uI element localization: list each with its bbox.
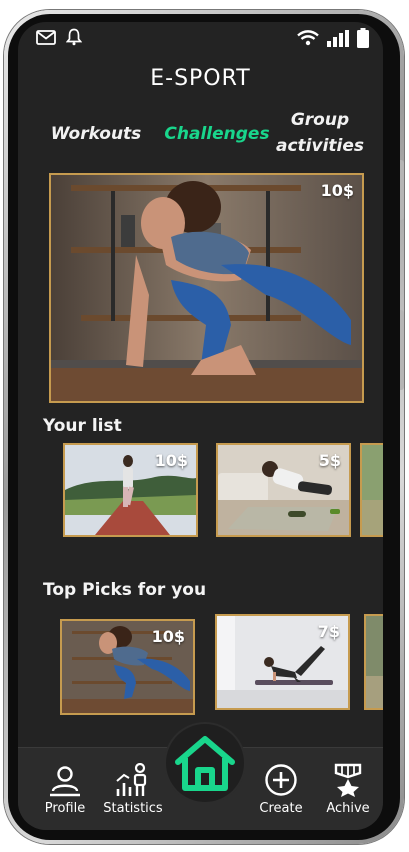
profile-icon — [50, 766, 80, 797]
category-tabs: Workouts Challenges Group activities — [18, 110, 383, 168]
bottom-navigation: Profile Statistics Create Achive — [18, 724, 383, 830]
tab-label-line: Group — [290, 110, 350, 130]
home-icon — [175, 736, 235, 791]
challenge-card[interactable]: 10$ — [63, 443, 198, 537]
medal-icon — [334, 763, 362, 797]
challenge-card-partial[interactable] — [364, 614, 383, 710]
tab-challenges[interactable]: Challenges — [162, 121, 272, 147]
workout-image — [366, 616, 383, 708]
battery-icon — [357, 28, 369, 52]
section-title-top-picks: Top Picks for you — [43, 580, 207, 600]
challenge-card[interactable]: 10$ — [60, 619, 195, 715]
challenge-card[interactable]: 7$ — [215, 614, 350, 710]
nav-home[interactable] — [166, 724, 244, 802]
bell-icon — [65, 28, 83, 50]
plus-circle-icon — [265, 764, 297, 796]
statistics-icon — [116, 763, 147, 796]
app-title: E-SPORT — [150, 66, 251, 91]
price-badge: 7$ — [317, 622, 340, 641]
nav-label: Statistics — [103, 801, 163, 816]
challenge-card[interactable]: 5$ — [216, 443, 351, 537]
price-badge: 10$ — [154, 451, 188, 470]
nav-profile[interactable]: Profile — [38, 765, 92, 816]
wifi-icon — [297, 30, 319, 50]
price-badge: 10$ — [151, 627, 185, 646]
nav-label: Profile — [44, 801, 86, 816]
price-badge: 5$ — [318, 451, 341, 470]
workout-image — [362, 445, 383, 535]
nav-label: Create — [259, 801, 303, 816]
tab-group-activities[interactable]: Group activities — [270, 107, 370, 159]
signal-icon — [327, 29, 349, 51]
mail-icon — [36, 29, 56, 49]
app-screen: E-SPORT Workouts Challenges Group activi… — [18, 22, 383, 830]
featured-challenge-card[interactable]: 10$ — [49, 173, 364, 403]
nav-label: Achive — [326, 801, 370, 816]
tab-label-line: activities — [275, 136, 364, 156]
price-badge: 10$ — [320, 181, 354, 200]
tab-workouts[interactable]: Workouts — [48, 121, 144, 147]
section-title-your-list: Your list — [43, 416, 122, 436]
nav-create[interactable]: Create — [254, 763, 308, 816]
status-bar — [18, 28, 383, 52]
nav-achive[interactable]: Achive — [320, 763, 376, 816]
featured-workout-image — [51, 175, 362, 401]
challenge-card-partial[interactable] — [360, 443, 383, 537]
nav-statistics[interactable]: Statistics — [100, 763, 166, 816]
